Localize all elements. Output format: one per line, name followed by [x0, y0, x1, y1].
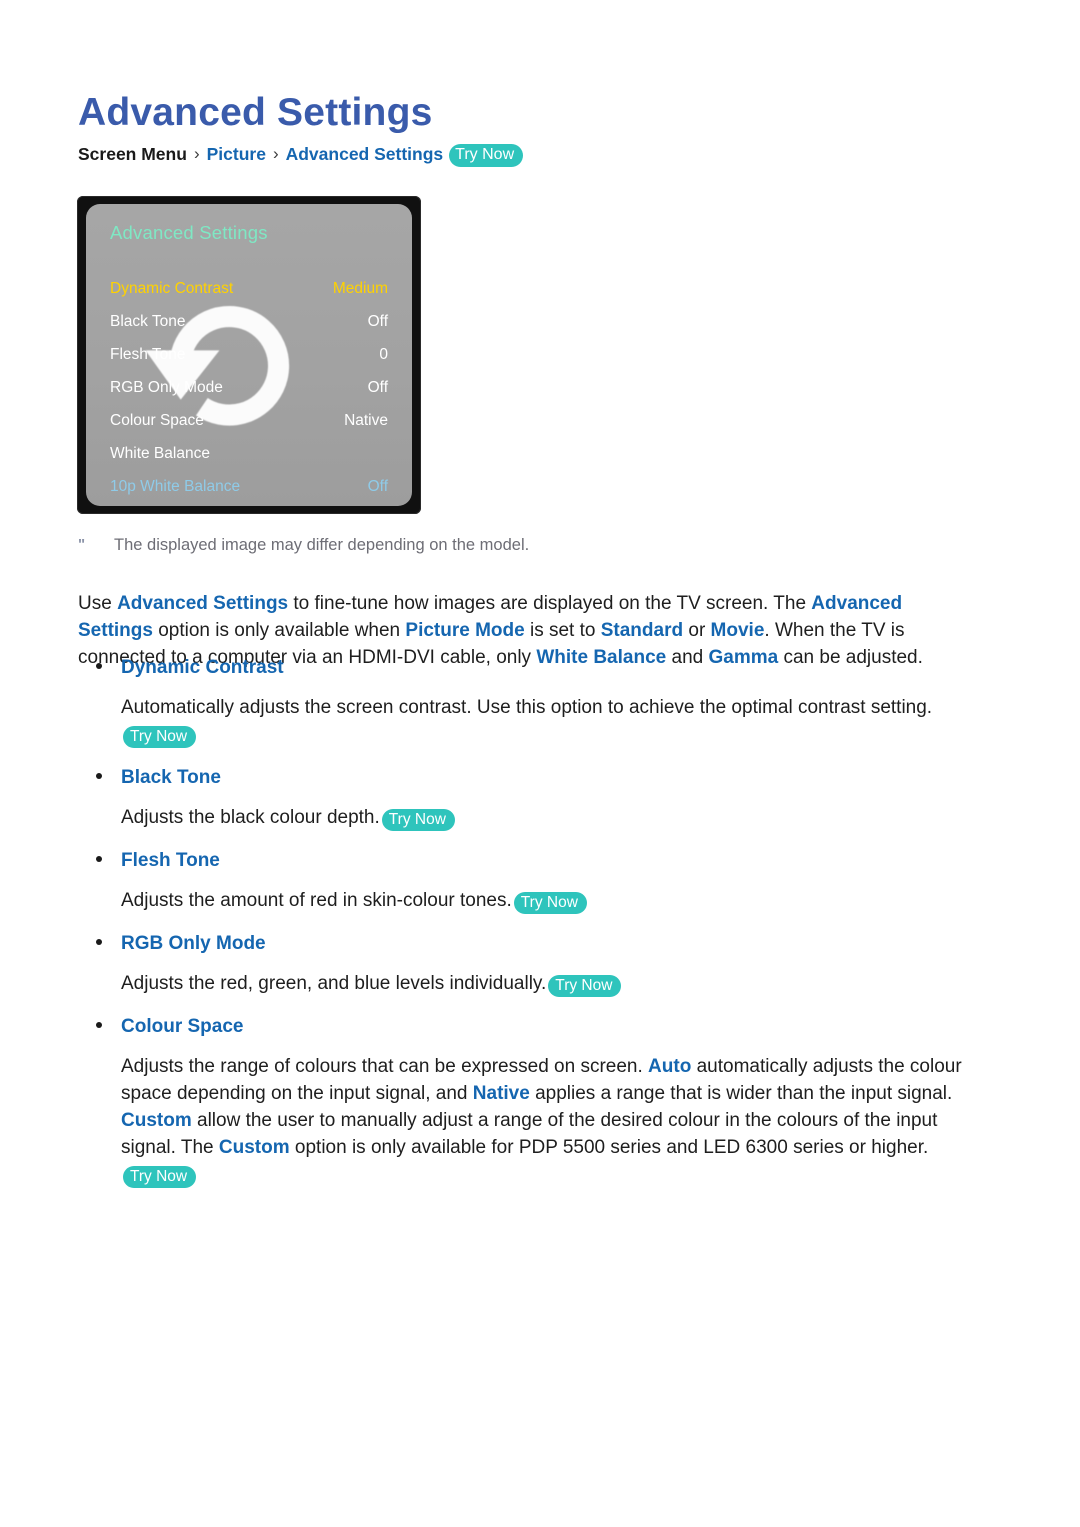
tv-row-value: Native: [344, 412, 388, 429]
keyword-picture-mode: Picture Mode: [405, 620, 525, 641]
tv-row-value: Off: [367, 478, 388, 495]
try-now-badge[interactable]: Try Now: [548, 975, 622, 997]
tv-row-flesh-tone[interactable]: Flesh Tone 0: [86, 338, 412, 371]
page-title: Advanced Settings: [78, 91, 433, 135]
tv-row-colour-space[interactable]: Colour Space Native: [86, 404, 412, 437]
keyword-native: Native: [472, 1083, 530, 1104]
tv-row-value: 0: [379, 346, 388, 363]
intro-text: is set to: [524, 620, 601, 641]
tv-row-label: Black Tone: [110, 313, 186, 330]
section-heading: Dynamic Contrast: [96, 654, 996, 682]
tv-row-label: 10p White Balance: [110, 478, 241, 495]
bullet-icon: [96, 939, 102, 945]
tv-row-white-balance[interactable]: White Balance: [86, 437, 412, 470]
tv-menu-panel: Advanced Settings Dynamic Contrast Mediu…: [86, 204, 412, 506]
keyword-advanced-settings: Advanced Settings: [117, 593, 289, 614]
section-black-tone: Black Tone Adjusts the black colour dept…: [96, 764, 996, 831]
option-sections: Dynamic Contrast Automatically adjusts t…: [96, 654, 996, 1204]
keyword-movie: Movie: [710, 620, 765, 641]
section-heading-label: Flesh Tone: [121, 850, 220, 871]
breadcrumb: Screen Menu › Picture › Advanced Setting…: [78, 143, 524, 167]
tv-row-label: Colour Space: [110, 412, 204, 429]
section-heading-label: Dynamic Contrast: [121, 657, 284, 678]
section-body-text: Adjusts the range of colours that can be…: [121, 1056, 649, 1077]
intro-text: Use: [78, 593, 118, 614]
note-text: The displayed image may differ depending…: [114, 536, 530, 554]
section-dynamic-contrast: Dynamic Contrast Automatically adjusts t…: [96, 654, 996, 748]
document-page: Advanced Settings Screen Menu › Picture …: [0, 0, 1080, 1527]
breadcrumb-root: Screen Menu: [78, 144, 187, 165]
bullet-icon: [96, 1022, 102, 1028]
tv-row-dynamic-contrast[interactable]: Dynamic Contrast Medium: [86, 272, 412, 305]
keyword-custom: Custom: [218, 1137, 290, 1158]
section-body: Adjusts the red, green, and blue levels …: [121, 970, 996, 997]
image-caption-note: " The displayed image may differ dependin…: [78, 534, 978, 557]
section-heading-label: RGB Only Mode: [121, 933, 266, 954]
tv-row-value: Off: [367, 313, 388, 330]
section-body-text: applies a range that is wider than the i…: [529, 1083, 953, 1104]
keyword-auto: Auto: [648, 1056, 692, 1077]
tv-menu-rows: Dynamic Contrast Medium Black Tone Off F…: [86, 272, 412, 503]
tv-row-black-tone[interactable]: Black Tone Off: [86, 305, 412, 338]
tv-row-label: RGB Only Mode: [110, 379, 223, 396]
section-body: Adjusts the range of colours that can be…: [121, 1053, 996, 1188]
intro-text: option is only available when: [152, 620, 406, 641]
tv-row-value: Medium: [332, 280, 388, 297]
breadcrumb-separator-icon: ›: [193, 144, 200, 164]
try-now-badge[interactable]: Try Now: [513, 892, 587, 914]
breadcrumb-separator-icon: ›: [272, 144, 279, 164]
bullet-icon: [96, 856, 102, 862]
section-colour-space: Colour Space Adjusts the range of colour…: [96, 1013, 996, 1188]
intro-text: or: [683, 620, 711, 641]
section-flesh-tone: Flesh Tone Adjusts the amount of red in …: [96, 847, 996, 914]
tv-menu-title: Advanced Settings: [110, 222, 268, 243]
section-body-text: option is only available for PDP 5500 se…: [289, 1137, 929, 1158]
tv-menu-screenshot: Advanced Settings Dynamic Contrast Mediu…: [77, 196, 421, 514]
section-heading-label: Black Tone: [121, 767, 221, 788]
tv-row-value: Off: [367, 379, 388, 396]
section-body-text: Adjusts the black colour depth.: [121, 807, 380, 828]
keyword-standard: Standard: [600, 620, 684, 641]
intro-text: to fine-tune how images are displayed on…: [288, 593, 812, 614]
tv-row-label: Flesh Tone: [110, 346, 186, 363]
tv-row-label: White Balance: [110, 445, 210, 462]
section-rgb-only-mode: RGB Only Mode Adjusts the red, green, an…: [96, 930, 996, 997]
section-heading: Flesh Tone: [96, 847, 996, 875]
section-heading: RGB Only Mode: [96, 930, 996, 958]
note-marker-icon: ": [78, 536, 86, 553]
section-body-text: Adjusts the amount of red in skin-colour…: [121, 890, 512, 911]
section-body: Automatically adjusts the screen contras…: [121, 694, 996, 748]
section-body: Adjusts the black colour depth. Try Now: [121, 804, 996, 831]
section-heading-label: Colour Space: [121, 1016, 244, 1037]
tv-row-label: Dynamic Contrast: [110, 280, 234, 297]
section-body-text: Automatically adjusts the screen contras…: [121, 697, 933, 718]
keyword-custom: Custom: [121, 1110, 192, 1131]
try-now-badge[interactable]: Try Now: [123, 1166, 197, 1188]
tv-row-rgb-only-mode[interactable]: RGB Only Mode Off: [86, 371, 412, 404]
try-now-badge[interactable]: Try Now: [123, 726, 197, 748]
try-now-badge[interactable]: Try Now: [381, 809, 455, 831]
section-body: Adjusts the amount of red in skin-colour…: [121, 887, 996, 914]
section-heading: Black Tone: [96, 764, 996, 792]
section-body-text: Adjusts the red, green, and blue levels …: [121, 973, 547, 994]
section-heading: Colour Space: [96, 1013, 996, 1041]
breadcrumb-item-picture[interactable]: Picture: [207, 143, 266, 166]
bullet-icon: [96, 773, 102, 779]
breadcrumb-item-advanced-settings[interactable]: Advanced Settings: [286, 143, 444, 166]
bullet-icon: [96, 663, 102, 669]
tv-row-10p-white-balance: 10p White Balance Off: [86, 470, 412, 503]
try-now-badge[interactable]: Try Now: [449, 144, 524, 167]
